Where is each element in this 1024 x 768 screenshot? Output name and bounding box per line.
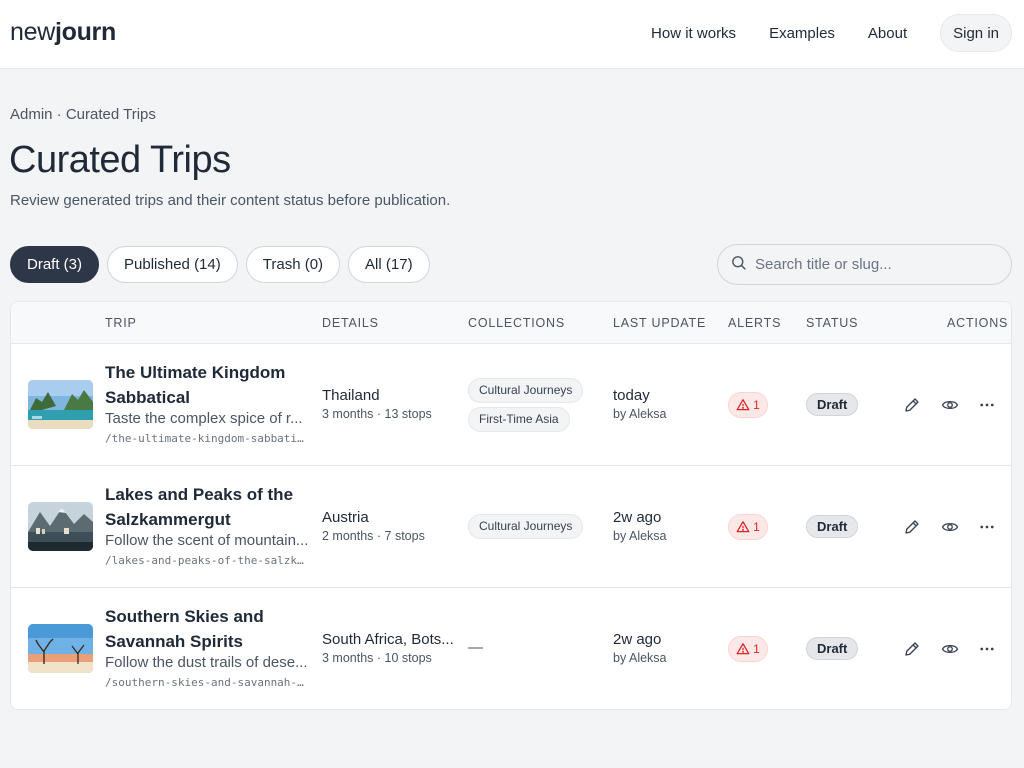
logo-light: new [10, 18, 55, 46]
table-row[interactable]: Southern Skies and Savannah Spirits Foll… [11, 588, 1011, 709]
eye-icon [941, 522, 959, 532]
collections-empty: — [468, 639, 483, 656]
table-row[interactable]: Lakes and Peaks of the Salzkammergut Fol… [11, 466, 1011, 588]
sign-in-button[interactable]: Sign in [940, 14, 1012, 52]
top-navbar: newjourn How it works Examples About Sig… [0, 0, 1024, 69]
trip-duration-stops: 3 months · 10 stops [322, 651, 432, 665]
collection-tags: Cultural Journeys [468, 514, 584, 543]
breadcrumb: Admin · Curated Trips [10, 106, 156, 123]
search-input[interactable] [755, 256, 995, 273]
edit-button[interactable] [902, 639, 922, 659]
eye-icon [941, 400, 959, 410]
warning-triangle-icon [736, 521, 750, 533]
nav-links: How it works Examples About Sign in [651, 14, 1012, 52]
col-collections[interactable]: COLLECTIONS [468, 316, 565, 330]
more-actions-button[interactable] [977, 639, 997, 659]
trip-title[interactable]: Lakes and Peaks of the Salzkammergut [105, 482, 305, 532]
updated-by: by Aleksa [613, 407, 667, 421]
collection-tag[interactable]: Cultural Journeys [468, 514, 584, 539]
last-update: 2w ago [613, 509, 662, 526]
collection-tags: Cultural Journeys First-Time Asia [468, 378, 584, 436]
trip-duration-stops: 2 months · 7 stops [322, 529, 425, 543]
trip-thumbnail[interactable] [28, 502, 93, 551]
nav-how-it-works[interactable]: How it works [651, 25, 736, 42]
alpine-lake-image [28, 502, 93, 551]
preview-button[interactable] [940, 517, 960, 537]
more-horizontal-icon [980, 403, 994, 407]
more-horizontal-icon [980, 647, 994, 651]
logo-bold: journ [54, 18, 116, 46]
updated-by: by Aleksa [613, 529, 667, 543]
col-details[interactable]: DETAILS [322, 316, 379, 330]
col-last-update[interactable]: LAST UPDATE [613, 316, 706, 330]
warning-triangle-icon [736, 399, 750, 411]
nav-examples[interactable]: Examples [769, 25, 835, 42]
pencil-icon [905, 398, 919, 412]
collection-tag[interactable]: Cultural Journeys [468, 378, 584, 403]
status-badge: Draft [806, 637, 859, 660]
col-status[interactable]: STATUS [806, 316, 858, 330]
trip-title[interactable]: Southern Skies and Savannah Spirits [105, 604, 305, 654]
trip-thumbnail[interactable] [28, 380, 93, 429]
trip-description: Taste the complex spice of r... [105, 410, 303, 427]
trip-country: South Africa, Bots... [322, 631, 454, 648]
more-actions-button[interactable] [977, 517, 997, 537]
edit-button[interactable] [902, 395, 922, 415]
preview-button[interactable] [940, 639, 960, 659]
trip-slug: /the-ultimate-kingdom-sabbati... [105, 432, 310, 445]
trip-description: Follow the dust trails of dese... [105, 654, 308, 671]
trip-thumbnail[interactable] [28, 624, 93, 673]
filter-trash[interactable]: Trash (0) [245, 246, 341, 283]
warning-triangle-icon [736, 643, 750, 655]
search-box[interactable] [717, 244, 1012, 285]
more-actions-button[interactable] [977, 395, 997, 415]
trip-country: Thailand [322, 387, 380, 404]
page-title: Curated Trips [9, 139, 231, 181]
status-badge: Draft [806, 515, 859, 538]
logo[interactable]: newjourn [10, 18, 116, 47]
status-filter-tabs: Draft (3) Published (14) Trash (0) All (… [10, 246, 438, 283]
pencil-icon [905, 642, 919, 656]
filter-published[interactable]: Published (14) [107, 246, 238, 283]
table-row[interactable]: The Ultimate Kingdom Sabbatical Taste th… [11, 344, 1011, 466]
desert-trees-image [28, 624, 93, 673]
search-icon [730, 254, 747, 276]
pencil-icon [905, 520, 919, 534]
last-update: today [613, 387, 650, 404]
alert-count: 1 [753, 642, 760, 656]
alert-badge[interactable]: 1 [728, 514, 768, 540]
tropical-bay-image [28, 380, 93, 429]
alert-count: 1 [753, 398, 760, 412]
edit-button[interactable] [902, 517, 922, 537]
last-update: 2w ago [613, 631, 662, 648]
trip-slug: /southern-skies-and-savannah-... [105, 676, 310, 689]
trips-table: TRIP DETAILS COLLECTIONS LAST UPDATE ALE… [10, 301, 1012, 710]
alert-badge[interactable]: 1 [728, 392, 768, 418]
trip-country: Austria [322, 509, 369, 526]
alert-count: 1 [753, 520, 760, 534]
trip-duration-stops: 3 months · 13 stops [322, 407, 432, 421]
alert-badge[interactable]: 1 [728, 636, 768, 662]
updated-by: by Aleksa [613, 651, 667, 665]
filter-draft[interactable]: Draft (3) [10, 246, 100, 283]
preview-button[interactable] [940, 395, 960, 415]
table-header: TRIP DETAILS COLLECTIONS LAST UPDATE ALE… [11, 302, 1011, 344]
trip-description: Follow the scent of mountain... [105, 532, 309, 549]
more-horizontal-icon [980, 525, 994, 529]
col-alerts[interactable]: ALERTS [728, 316, 781, 330]
collection-tag[interactable]: First-Time Asia [468, 407, 570, 432]
trip-slug: /lakes-and-peaks-of-the-salzk... [105, 554, 310, 567]
eye-icon [941, 644, 959, 654]
col-actions: ACTIONS [947, 316, 1009, 330]
trip-title[interactable]: The Ultimate Kingdom Sabbatical [105, 360, 305, 410]
status-badge: Draft [806, 393, 859, 416]
col-trip[interactable]: TRIP [105, 316, 137, 330]
filter-all[interactable]: All (17) [348, 246, 430, 283]
nav-about[interactable]: About [868, 25, 907, 42]
page-subtitle: Review generated trips and their content… [10, 192, 451, 209]
